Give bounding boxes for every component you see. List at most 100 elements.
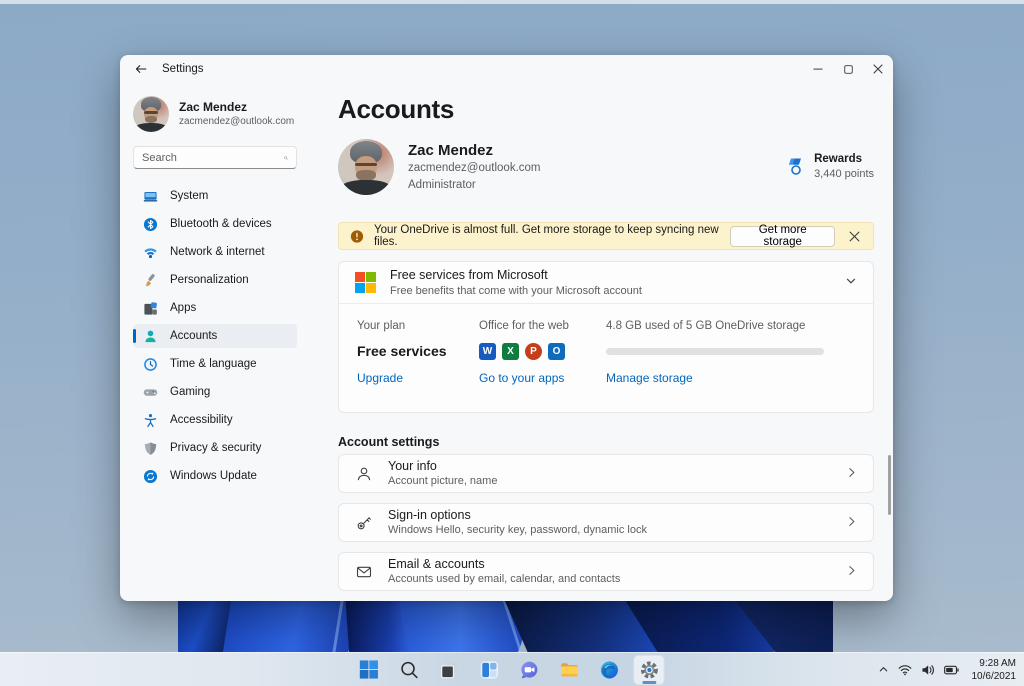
sidebar-item-label: Personalization (170, 274, 249, 286)
clock-date: 10/6/2021 (971, 670, 1017, 682)
back-arrow-icon (135, 65, 147, 73)
maximize-icon (843, 64, 853, 74)
taskbar-search-button[interactable] (393, 655, 424, 685)
edge-button[interactable] (593, 655, 624, 685)
rewards-widget[interactable]: Rewards 3,440 points (786, 152, 874, 182)
sidebar-item-apps[interactable]: Apps (133, 296, 297, 320)
storage-progress-bar (606, 347, 824, 355)
sidebar-user-email: zacmendez@outlook.com (179, 116, 295, 127)
get-more-storage-button[interactable]: Get more storage (730, 224, 836, 248)
email-accounts-row[interactable]: Email & accounts Accounts used by email,… (338, 552, 874, 591)
storage-label: 4.8 GB used of 5 GB OneDrive storage (606, 320, 806, 332)
volume-icon[interactable] (921, 664, 935, 676)
search-box[interactable] (133, 146, 297, 169)
section-header: Account settings (338, 435, 440, 449)
sidebar-item-time-language[interactable]: Time & language (133, 352, 297, 376)
windows-start-icon (359, 660, 378, 679)
sidebar-item-accessibility[interactable]: Accessibility (133, 408, 297, 432)
sidebar-nav: System Bluetooth & devices Network & int… (133, 184, 297, 488)
sidebar-item-network-internet[interactable]: Network & internet (133, 240, 297, 264)
free-services-expander-header[interactable]: Free services from Microsoft Free benefi… (339, 262, 873, 304)
apps-icon (143, 301, 158, 316)
go-to-apps-link[interactable]: Go to your apps (479, 371, 569, 385)
search-input[interactable] (142, 151, 284, 164)
accessibility-icon (143, 413, 158, 428)
bluetooth-icon (143, 217, 158, 232)
sign-in-options-row[interactable]: Sign-in options Windows Hello, security … (338, 503, 874, 542)
free-services-card: Free services from Microsoft Free benefi… (338, 261, 874, 413)
sidebar-item-system[interactable]: System (133, 184, 297, 208)
your-info-row[interactable]: Your info Account picture, name (338, 454, 874, 493)
warning-icon (350, 229, 364, 243)
plan-label: Your plan (357, 320, 406, 332)
wifi-icon[interactable] (898, 664, 912, 676)
sidebar-item-privacy-security[interactable]: Privacy & security (133, 436, 297, 460)
key-icon (355, 514, 373, 532)
task-view-button[interactable] (433, 655, 464, 685)
chat-icon (520, 661, 537, 679)
close-icon (873, 64, 883, 74)
rewards-points: 3,440 points (814, 168, 874, 181)
maximize-button[interactable] (833, 56, 863, 82)
clock-time: 9:28 AM (979, 657, 1016, 669)
chevron-right-icon (846, 563, 857, 581)
desktop: Settings Zac Mendez zacmendez@outlook.co… (0, 0, 1024, 686)
edge-icon (600, 660, 618, 679)
accounts-icon (143, 329, 158, 344)
search-icon (284, 155, 288, 160)
widgets-icon (480, 660, 498, 679)
settings-gear-icon (640, 661, 658, 678)
sidebar-item-accounts[interactable]: Accounts (133, 324, 297, 348)
close-button[interactable] (863, 56, 893, 82)
sidebar-item-label: Bluetooth & devices (170, 218, 272, 230)
sidebar-item-label: Windows Update (170, 470, 257, 482)
sidebar: Zac Mendez zacmendez@outlook.com System (120, 83, 310, 601)
battery-icon[interactable] (943, 665, 959, 675)
gaming-icon (143, 385, 158, 400)
widgets-button[interactable] (473, 655, 504, 685)
chat-button[interactable] (513, 655, 544, 685)
avatar (133, 96, 169, 132)
sidebar-item-bluetooth-devices[interactable]: Bluetooth & devices (133, 212, 297, 236)
sidebar-item-label: Privacy & security (170, 442, 262, 454)
file-explorer-button[interactable] (553, 655, 584, 685)
sidebar-item-label: Gaming (170, 386, 211, 398)
profile-role: Administrator (408, 178, 476, 191)
sidebar-item-gaming[interactable]: Gaming (133, 380, 297, 404)
sidebar-item-label: Time & language (170, 358, 257, 370)
profile-avatar (338, 139, 394, 195)
rewards-label: Rewards (814, 152, 862, 165)
system-tray: 9:28 AM 10/6/2021 (878, 657, 1017, 683)
scrollbar-thumb[interactable] (888, 455, 891, 515)
main-content: Accounts Zac Mendez zacmendez@outlook.co… (310, 83, 893, 601)
banner-close-button[interactable] (845, 226, 864, 246)
network-icon (143, 245, 158, 260)
row-title: Your info (388, 458, 437, 473)
start-button[interactable] (353, 655, 384, 685)
minimize-icon (813, 68, 823, 70)
manage-storage-link[interactable]: Manage storage (606, 371, 824, 385)
page-title: Accounts (338, 94, 455, 124)
taskbar-settings-button[interactable] (633, 654, 665, 685)
row-subtitle: Account picture, name (388, 475, 498, 488)
sidebar-item-label: Network & internet (170, 246, 265, 258)
sidebar-user-card[interactable]: Zac Mendez zacmendez@outlook.com (133, 95, 297, 133)
back-button[interactable] (126, 55, 156, 83)
minimize-button[interactable] (803, 56, 833, 82)
settings-window: Settings Zac Mendez zacmendez@outlook.co… (120, 55, 893, 601)
person-icon (355, 465, 373, 483)
tray-chevron-up-icon[interactable] (878, 664, 889, 675)
sidebar-item-personalization[interactable]: Personalization (133, 268, 297, 292)
word-icon: W (479, 342, 496, 360)
plan-value: Free services (357, 343, 447, 359)
sidebar-item-windows-update[interactable]: Windows Update (133, 464, 297, 488)
taskbar-clock[interactable]: 9:28 AM 10/6/2021 (972, 657, 1017, 683)
profile-name: Zac Mendez (408, 141, 494, 159)
upgrade-link[interactable]: Upgrade (357, 371, 447, 385)
selected-accent-bar (133, 329, 136, 343)
time-language-icon (143, 357, 158, 372)
plan-details: Your plan Free services Upgrade Office f… (339, 304, 873, 413)
banner-message: Your OneDrive is almost full. Get more s… (373, 224, 719, 248)
row-subtitle: Windows Hello, security key, password, d… (388, 524, 647, 537)
search-icon (400, 661, 418, 678)
